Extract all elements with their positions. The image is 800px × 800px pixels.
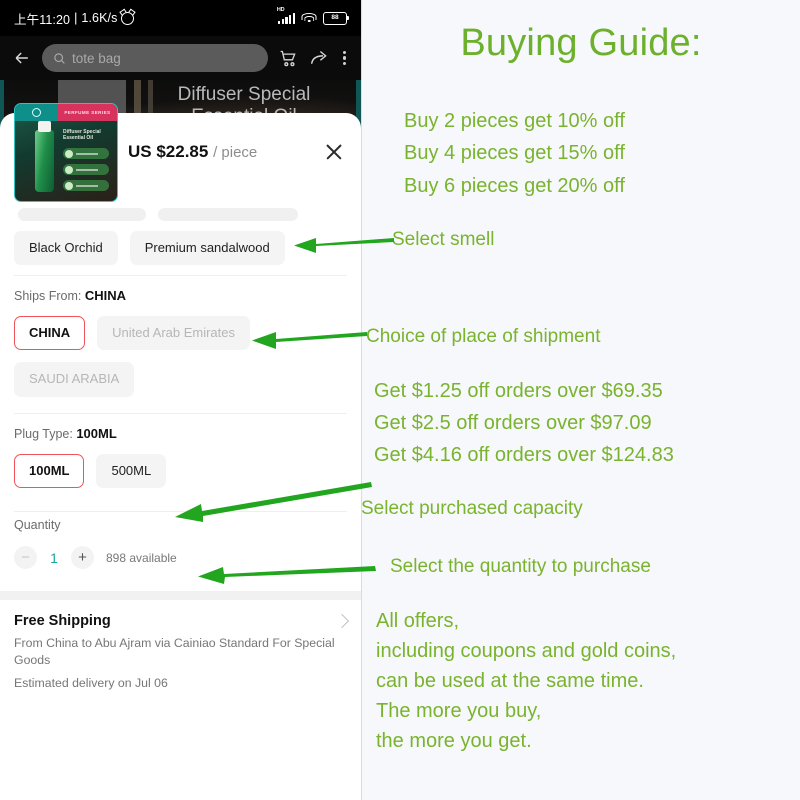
closing-line-4: The more you buy, <box>376 700 542 722</box>
bulk-discount-line-1: Buy 2 pieces get 10% off <box>404 110 625 132</box>
smell-option-black-orchid[interactable]: Black Orchid <box>14 231 118 266</box>
plug-type-group: Plug Type: 100ML 100ML 500ML <box>14 426 347 489</box>
thumbnail-brand-mark <box>15 104 58 121</box>
divider-1 <box>14 275 347 276</box>
status-bar-left: 上午11:20 | 1.6K/s <box>14 9 135 28</box>
thumbnail-feature-pill-2 <box>63 164 109 175</box>
share-icon[interactable] <box>309 48 330 69</box>
plug-type-label: Plug Type: 100ML <box>14 426 347 441</box>
arrow-to-smell-options <box>294 238 394 253</box>
annotation-select-smell: Select smell <box>392 229 495 250</box>
shipping-header: Free Shipping <box>14 613 350 629</box>
bottle-illustration <box>35 121 54 192</box>
plug-type-value: 100ML <box>76 426 117 441</box>
ships-from-option-china[interactable]: CHINA <box>14 316 86 351</box>
battery-icon: 88 <box>323 11 349 25</box>
shipping-section[interactable]: Free Shipping From China to Abu Ajram vi… <box>0 600 361 690</box>
shipping-title: Free Shipping <box>14 613 111 629</box>
alarm-icon <box>121 11 135 25</box>
thumbnail-caption-1: Diffuser Special <box>63 129 101 135</box>
status-bar-right: HD 88 <box>277 7 349 25</box>
plug-type-option-100ml[interactable]: 100ML <box>14 454 85 489</box>
smell-option-premium-sandalwood[interactable]: Premium sandalwood <box>129 231 285 266</box>
closing-line-3: can be used at the same time. <box>376 670 644 692</box>
thumbnail-feature-pill-3 <box>63 180 109 191</box>
quantity-minus-button[interactable]: − <box>14 546 37 569</box>
ships-from-label: Ships From: CHINA <box>14 288 347 303</box>
skeleton-placeholder-2 <box>158 208 298 221</box>
guide-title: Buying Guide: <box>460 22 702 64</box>
annotation-select-quantity: Select the quantity to purchase <box>390 556 651 577</box>
arrow-to-quantity-stepper <box>198 566 376 584</box>
quantity-value[interactable]: 1 <box>37 550 71 566</box>
price-value: US $22.85 <box>128 142 209 161</box>
shipping-detail: From China to Abu Ajram via Cainiao Stan… <box>14 636 335 668</box>
status-time: 上午11:20 <box>14 12 71 27</box>
search-placeholder-text: tote bag <box>72 50 121 66</box>
closing-line-5: the more you get. <box>376 730 532 752</box>
ships-from-value: CHINA <box>84 288 127 303</box>
chevron-right-icon[interactable] <box>334 613 350 629</box>
thumbnail-caption-2: Essential Oil <box>63 135 94 142</box>
ships-from-option-uae[interactable]: United Arab Emirates <box>97 316 251 351</box>
ships-from-label-text: Ships From: <box>14 289 82 303</box>
app-nav-bar: tote bag <box>0 36 361 80</box>
thumbnail-caption: Diffuser Special Essential Oil <box>63 129 111 142</box>
coupon-line-1: Get $1.25 off orders over $69.35 <box>374 380 663 402</box>
back-arrow-icon[interactable] <box>12 48 32 68</box>
more-vertical-icon[interactable] <box>340 50 349 66</box>
status-net-speed: 1.6K/s <box>81 11 118 25</box>
buying-guide-panel: Buying Guide: Buy 2 pieces get 10% off B… <box>361 0 800 800</box>
stock-available-text: 898 available <box>106 550 177 565</box>
wifi-icon <box>301 12 317 24</box>
skeleton-placeholder-1 <box>18 208 146 221</box>
signal-bars-icon: HD <box>277 7 295 24</box>
status-bar: 上午11:20 | 1.6K/s HD 88 <box>0 0 361 36</box>
divider-2 <box>14 413 347 414</box>
bulk-discount-line-2: Buy 4 pieces get 15% off <box>404 142 625 164</box>
coupon-line-2: Get $2.5 off orders over $97.09 <box>374 412 652 434</box>
sku-bottom-sheet: PERFUME SERIES Diffuser Special Essentia… <box>0 103 361 758</box>
hero-title-line-1: Diffuser Special <box>177 84 311 105</box>
price-unit: / piece <box>213 144 258 161</box>
thumbnail-top-bar: PERFUME SERIES <box>15 104 117 121</box>
status-separator: | <box>74 11 78 25</box>
battery-level: 88 <box>331 13 339 21</box>
screenshot-root: 上午11:20 | 1.6K/s HD 88 tote bag Diffuser… <box>0 0 800 800</box>
section-gap <box>0 591 361 600</box>
thumbnail-badge: PERFUME SERIES <box>57 104 117 121</box>
arrow-to-capacity-options <box>175 482 372 522</box>
thumbnail-feature-pill-1 <box>63 148 109 159</box>
quantity-plus-button[interactable]: + <box>71 546 94 569</box>
brand-logo-icon <box>31 108 41 117</box>
bulk-discount-line-3: Buy 6 pieces get 20% off <box>404 175 625 197</box>
hd-label: HD <box>276 6 285 13</box>
coupon-line-3: Get $4.16 off orders over $124.83 <box>374 444 674 466</box>
closing-line-2: including coupons and gold coins, <box>376 640 677 662</box>
plug-type-label-text: Plug Type: <box>14 427 73 441</box>
product-price: US $22.85 / piece <box>128 142 257 162</box>
shipping-eta: Estimated delivery on Jul 06 <box>14 675 168 690</box>
arrow-to-shipment-options <box>252 332 367 349</box>
search-input[interactable]: tote bag <box>42 44 268 72</box>
product-thumbnail[interactable]: PERFUME SERIES Diffuser Special Essentia… <box>14 103 118 202</box>
close-icon[interactable] <box>321 139 347 165</box>
phone-screenshot-panel: 上午11:20 | 1.6K/s HD 88 tote bag Diffuser… <box>0 0 362 800</box>
ships-from-option-saudi-arabia[interactable]: SAUDI ARABIA <box>14 362 135 397</box>
plug-type-option-500ml[interactable]: 500ML <box>96 454 167 489</box>
annotation-select-capacity: Select purchased capacity <box>361 498 583 519</box>
search-icon <box>54 52 65 64</box>
annotation-shipment-choice: Choice of place of shipment <box>366 326 601 347</box>
closing-line-1: All offers, <box>376 610 459 632</box>
cart-icon[interactable] <box>278 48 299 69</box>
price-row: US $22.85 / piece <box>128 139 347 165</box>
